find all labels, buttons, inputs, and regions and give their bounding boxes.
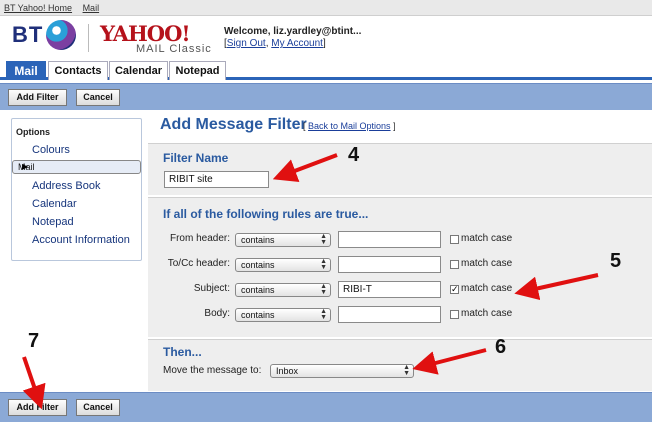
form-header: Add Message Filter [ Back to Mail Option… (148, 113, 652, 143)
select-arrows-icon: ▲ ▼ (320, 308, 327, 321)
cancel-button-bottom[interactable]: Cancel (76, 399, 120, 416)
annotation-6: 6 (495, 336, 507, 358)
rules-section: If all of the following rules are true..… (148, 197, 652, 337)
to-cc-header-input[interactable] (338, 256, 441, 273)
top-links-bar: BT Yahoo! Home Mail (0, 0, 652, 16)
sidebar-title: Options (16, 127, 50, 137)
triangle-right-icon: ▶ (22, 162, 29, 171)
operator-value: contains (241, 285, 275, 295)
welcome-text: Welcome, liz.yardley@btint... (224, 26, 362, 37)
from-header-input[interactable] (338, 231, 441, 248)
mail-classic-label: MAIL Classic (136, 43, 212, 55)
match-case-label: match case (461, 283, 513, 294)
select-arrows-icon: ▲ ▼ (320, 258, 327, 271)
filter-form: Add Message Filter [ Back to Mail Option… (148, 113, 652, 391)
operator-value: contains (241, 235, 275, 245)
then-section: Then... Move the message to: Inbox ▲ ▼ (148, 339, 652, 391)
move-message-label: Move the message to: (163, 365, 262, 376)
bt-globe-icon (46, 20, 76, 50)
operator-value: contains (241, 260, 275, 270)
from-header-operator-select[interactable]: contains ▲ ▼ (235, 233, 331, 247)
page-title: Add Message Filter (160, 116, 307, 133)
body-match-case-checkbox[interactable] (450, 310, 459, 319)
header-divider (88, 24, 89, 52)
bt-logo[interactable]: BT (12, 22, 43, 48)
back-link-wrap: [ Back to Mail Options ] (303, 121, 396, 131)
subject-input[interactable]: RIBI-T (338, 281, 441, 298)
sign-out-link[interactable]: Sign Out (227, 38, 266, 49)
sidebar-item-colours[interactable]: Colours (12, 142, 141, 159)
match-case-label: match case (461, 258, 513, 269)
to-cc-header-label: To/Cc header: (167, 258, 230, 269)
select-arrows-icon: ▲ ▼ (403, 364, 410, 377)
annotation-7: 7 (28, 330, 40, 352)
my-account-link[interactable]: My Account (271, 38, 323, 49)
annotation-4: 4 (348, 144, 360, 166)
tab-notepad[interactable]: Notepad (169, 61, 226, 80)
filter-name-input[interactable]: RIBIT site (164, 171, 269, 188)
match-case-label: match case (461, 308, 513, 319)
main-tabs: Mail Contacts Calendar Notepad (0, 60, 652, 80)
body-input[interactable] (338, 306, 441, 323)
select-arrows-icon: ▲ ▼ (320, 233, 327, 246)
options-sidebar: Options Colours ▶ Mail Address Book Calen… (11, 118, 142, 261)
to-cc-match-case-checkbox[interactable] (450, 260, 459, 269)
tab-mail[interactable]: Mail (6, 61, 46, 80)
annotation-5: 5 (610, 250, 622, 272)
select-arrows-icon: ▲ ▼ (320, 283, 327, 296)
cancel-button[interactable]: Cancel (76, 89, 120, 106)
welcome-box: Welcome, liz.yardley@btint... [Sign Out,… (224, 26, 362, 49)
subject-operator-select[interactable]: contains ▲ ▼ (235, 283, 331, 297)
back-to-mail-options-link[interactable]: Back to Mail Options (308, 121, 391, 131)
header: BT YAHOO! MAIL Classic Welcome, liz.yard… (0, 16, 652, 60)
body-label: Body: (204, 308, 230, 319)
sidebar-item-notepad[interactable]: Notepad (12, 214, 141, 231)
sidebar-item-calendar[interactable]: Calendar (12, 196, 141, 213)
add-filter-button-bottom[interactable]: Add Filter (8, 399, 67, 416)
rules-title: If all of the following rules are true..… (163, 207, 369, 221)
sidebar-item-account-information[interactable]: Account Information (12, 232, 141, 249)
match-case-label: match case (461, 233, 513, 244)
bt-yahoo-home-link[interactable]: BT Yahoo! Home (4, 3, 72, 13)
filter-name-label: Filter Name (163, 151, 229, 165)
add-filter-button[interactable]: Add Filter (8, 89, 67, 106)
then-title: Then... (163, 345, 202, 359)
bottom-toolbar: Add Filter Cancel (0, 392, 652, 422)
subject-match-case-checkbox[interactable]: ✓ (450, 285, 459, 294)
top-toolbar: Add Filter Cancel (0, 83, 652, 110)
mail-link[interactable]: Mail (83, 3, 100, 13)
to-cc-operator-select[interactable]: contains ▲ ▼ (235, 258, 331, 272)
filter-name-section: Filter Name RIBIT site (148, 143, 652, 195)
from-header-label: From header: (169, 233, 230, 244)
operator-value: contains (241, 310, 275, 320)
from-match-case-checkbox[interactable] (450, 235, 459, 244)
subject-label: Subject: (193, 283, 230, 294)
body-operator-select[interactable]: contains ▲ ▼ (235, 308, 331, 322)
tab-calendar[interactable]: Calendar (109, 61, 168, 80)
sidebar-item-address-book[interactable]: Address Book (12, 178, 141, 195)
sidebar-item-mail[interactable]: ▶ Mail (12, 160, 141, 174)
destination-folder-select[interactable]: Inbox ▲ ▼ (270, 364, 414, 378)
tab-contacts[interactable]: Contacts (48, 61, 108, 80)
folder-value: Inbox (276, 366, 299, 376)
